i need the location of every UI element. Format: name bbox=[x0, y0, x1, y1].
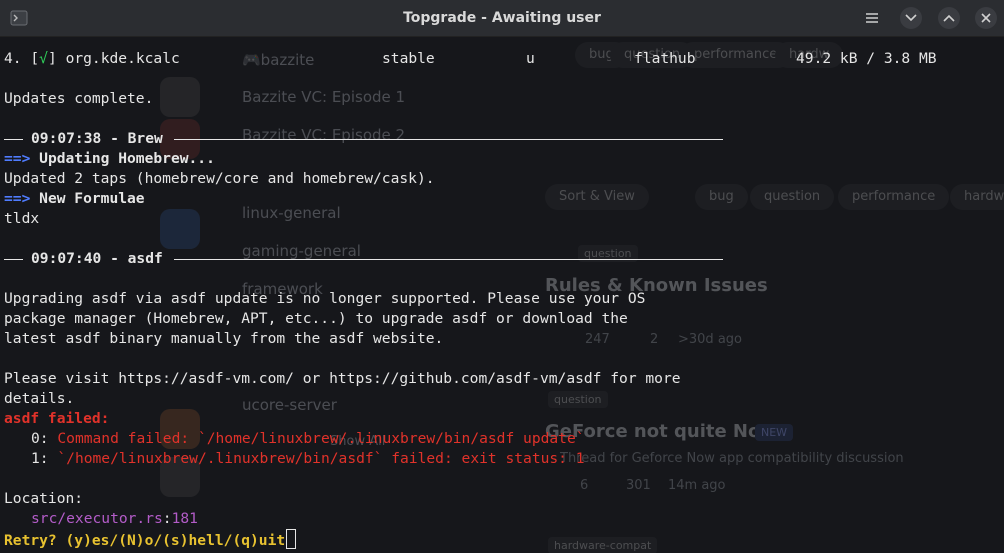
check-icon: √ bbox=[39, 50, 48, 67]
maximize-button[interactable] bbox=[938, 7, 960, 29]
asdf-message: Please visit https://asdf-vm.com/ or htt… bbox=[4, 370, 681, 387]
error-line: 1: `/home/linuxbrew/.linuxbrew/bin/asdf`… bbox=[31, 449, 585, 469]
retry-prompt[interactable]: Retry? (y)es/(N)o/(s)hell/(q)uit bbox=[4, 529, 297, 549]
updates-complete: Updates complete. bbox=[4, 90, 154, 107]
terminal-app-icon bbox=[10, 9, 28, 27]
error-index: 1: bbox=[31, 450, 49, 467]
location-separator: : bbox=[162, 510, 172, 527]
failure-title: asdf failed: bbox=[4, 410, 110, 427]
chevron-up-icon bbox=[943, 14, 955, 22]
bracket: [ bbox=[30, 50, 40, 67]
location-file: src/executor.rs bbox=[31, 510, 163, 527]
text-cursor bbox=[286, 529, 297, 549]
operation: u bbox=[526, 50, 535, 67]
location-line: 181 bbox=[171, 510, 198, 527]
asdf-message: details. bbox=[4, 390, 75, 407]
bracket: ] bbox=[47, 50, 57, 67]
brew-status: Updating Homebrew... bbox=[39, 150, 215, 167]
hamburger-menu-icon[interactable] bbox=[861, 7, 883, 29]
error-message: Command failed: `/home/linuxbrew/.linuxb… bbox=[57, 430, 585, 447]
asdf-message: latest asdf binary manually from the asd… bbox=[4, 330, 444, 347]
brew-line: ==> Updating Homebrew... bbox=[4, 149, 215, 169]
arrow: ==> bbox=[4, 190, 31, 207]
download-size: 49.2 kB / 3.8 MB bbox=[796, 50, 937, 67]
window-title: Topgrade - Awaiting user bbox=[403, 10, 601, 26]
window-titlebar[interactable]: Topgrade - Awaiting user bbox=[0, 0, 1004, 37]
section-rule bbox=[174, 139, 723, 140]
close-icon bbox=[981, 13, 991, 23]
terminal-output[interactable]: 4. [√] org.kde.kcalc stable u flathub 49… bbox=[0, 37, 1004, 553]
arrow: ==> bbox=[4, 150, 31, 167]
brew-header: 09:07:38 - Brew bbox=[31, 130, 163, 147]
section-rule bbox=[4, 139, 23, 140]
location: src/executor.rs:181 bbox=[31, 509, 198, 529]
error-message: `/home/linuxbrew/.linuxbrew/bin/asdf` fa… bbox=[57, 450, 585, 467]
error-line: 0: Command failed: `/home/linuxbrew/.lin… bbox=[31, 429, 585, 449]
flatpak-row: 4. [√] org.kde.kcalc bbox=[4, 49, 180, 69]
app-id: org.kde.kcalc bbox=[65, 50, 180, 67]
brew-line: Updated 2 taps (homebrew/core and homebr… bbox=[4, 170, 435, 187]
branch: stable bbox=[382, 50, 435, 67]
chevron-down-icon bbox=[905, 14, 917, 22]
location-label: Location: bbox=[4, 490, 84, 507]
section-rule bbox=[4, 259, 23, 260]
minimize-button[interactable] bbox=[900, 7, 922, 29]
error-index: 0: bbox=[31, 430, 49, 447]
remote: flathub bbox=[634, 50, 696, 67]
asdf-message: package manager (Homebrew, APT, etc...) … bbox=[4, 310, 628, 327]
asdf-message: Upgrading asdf via asdf update is no lon… bbox=[4, 290, 646, 307]
asdf-header: 09:07:40 - asdf bbox=[31, 250, 163, 267]
brew-status: New Formulae bbox=[39, 190, 145, 207]
close-button[interactable] bbox=[975, 7, 997, 29]
prompt-text: Retry? (y)es/(N)o/(s)hell/(q)uit bbox=[4, 532, 286, 549]
brew-line: ==> New Formulae bbox=[4, 189, 145, 209]
section-rule bbox=[174, 259, 723, 260]
brew-line: tldx bbox=[4, 210, 40, 227]
row-index: 4. bbox=[4, 50, 22, 67]
